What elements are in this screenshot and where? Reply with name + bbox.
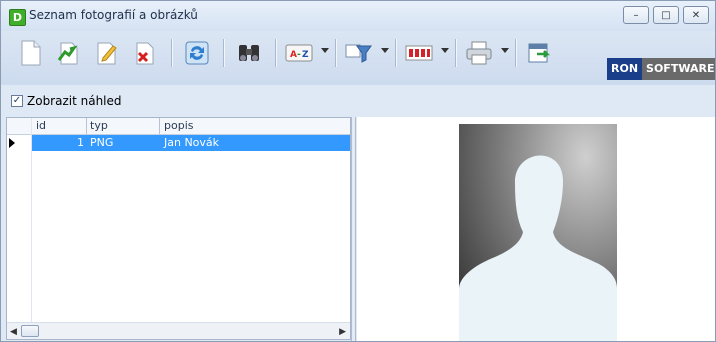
binoculars-icon	[239, 45, 259, 61]
preview-checkbox-label: Zobrazit náhled	[27, 94, 122, 108]
refresh-icon	[185, 41, 209, 65]
table-row[interactable]: 1 PNG Jan Novák	[7, 135, 350, 151]
open-button[interactable]	[53, 37, 85, 69]
cell-id: 1	[77, 136, 84, 149]
scroll-left-icon[interactable]: ◀	[10, 327, 17, 337]
refresh-button[interactable]	[181, 37, 213, 69]
horizontal-scrollbar[interactable]: ◀ ▶	[7, 322, 350, 339]
scroll-right-icon[interactable]: ▶	[339, 327, 346, 337]
print-dropdown-arrow[interactable]	[501, 48, 509, 53]
company-logo: RON SOFTWARE	[607, 58, 715, 80]
toolbar-separator	[395, 39, 397, 67]
delete-document-icon	[136, 42, 154, 65]
filter-dropdown-arrow[interactable]	[381, 48, 389, 53]
svg-text:-: -	[297, 50, 301, 60]
new-button[interactable]	[15, 37, 47, 69]
filter-button[interactable]	[343, 37, 375, 69]
minimize-button[interactable]: –	[623, 6, 649, 24]
app-icon: D	[9, 9, 26, 26]
filter-icon	[345, 44, 372, 63]
new-document-icon	[21, 40, 41, 66]
current-row-indicator	[9, 138, 15, 148]
toolbar-separator	[515, 39, 517, 67]
sort-button[interactable]: A-Z	[283, 37, 315, 69]
grid-header: id typ popis	[7, 118, 350, 135]
delete-button[interactable]	[129, 37, 161, 69]
sort-az-icon: A-Z	[285, 44, 313, 62]
scroll-thumb[interactable]	[21, 325, 39, 337]
window-controls: – □ ✕	[623, 6, 709, 24]
columns-dropdown-arrow[interactable]	[441, 48, 449, 53]
svg-text:A: A	[290, 50, 297, 60]
column-divider	[86, 118, 87, 134]
column-divider	[159, 118, 160, 134]
print-icon	[466, 41, 492, 65]
app-window: D Seznam fotografií a obrázků – □ ✕ A - …	[0, 0, 716, 342]
grid-indicator-column	[31, 118, 32, 339]
image-preview-panel	[357, 117, 715, 341]
records-grid: id typ popis 1 PNG Jan Novák ◀ ▶	[6, 117, 351, 340]
selected-row-highlight[interactable]: 1 PNG Jan Novák	[32, 135, 350, 151]
cell-popis: Jan Novák	[164, 136, 220, 149]
toolbar-separator	[455, 39, 457, 67]
title-bar: D Seznam fotografií a obrázků – □ ✕	[1, 1, 715, 31]
toolbar-separator	[275, 39, 277, 67]
portrait-placeholder-image	[459, 124, 617, 341]
cell-typ: PNG	[90, 136, 114, 149]
edit-button[interactable]	[91, 37, 123, 69]
toolbar: A-Z RON SOFTWARE	[1, 31, 715, 85]
window-title: Seznam fotografií a obrázků	[29, 8, 198, 22]
column-header-typ[interactable]: typ	[90, 119, 108, 132]
maximize-button[interactable]: □	[653, 6, 679, 24]
column-header-id[interactable]: id	[36, 119, 46, 132]
edit-document-icon	[97, 42, 117, 65]
print-button[interactable]	[463, 37, 495, 69]
export-button[interactable]	[523, 37, 555, 69]
logo-ron: RON	[607, 58, 643, 80]
svg-text:Z: Z	[302, 50, 309, 60]
toolbar-separator	[171, 39, 173, 67]
find-button[interactable]	[233, 37, 265, 69]
preview-checkbox[interactable]: ✓	[11, 95, 23, 107]
columns-icon	[405, 45, 433, 61]
toolbar-separator	[335, 39, 337, 67]
panel-splitter[interactable]	[351, 117, 356, 341]
column-header-popis[interactable]: popis	[164, 119, 193, 132]
toolbar-separator	[223, 39, 225, 67]
sort-dropdown-arrow[interactable]	[321, 48, 329, 53]
columns-button[interactable]	[403, 37, 435, 69]
preview-toggle[interactable]: ✓ Zobrazit náhled	[11, 94, 122, 108]
close-button[interactable]: ✕	[683, 6, 709, 24]
open-document-icon	[57, 42, 78, 65]
logo-software: SOFTWARE	[642, 58, 715, 80]
export-icon	[528, 43, 551, 63]
